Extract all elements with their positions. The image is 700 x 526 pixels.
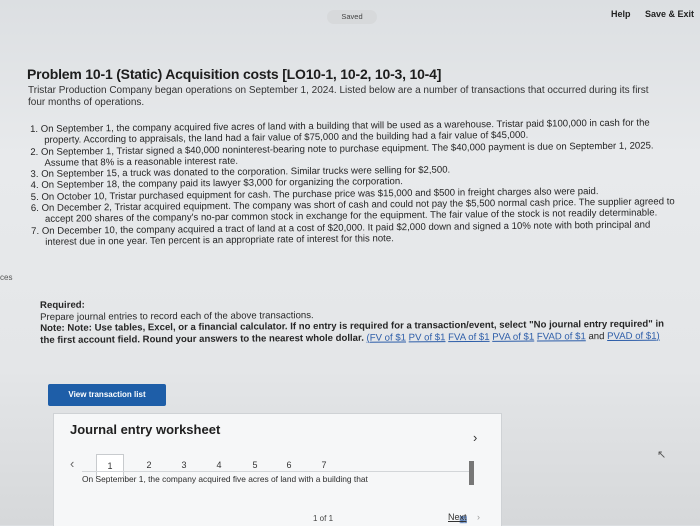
- next-button[interactable]: Next: [448, 512, 467, 522]
- and-text: and: [588, 330, 605, 342]
- chevron-right-icon: ›: [477, 512, 480, 522]
- intro-text: Tristar Production Company began operati…: [28, 85, 649, 108]
- pvad-table-link[interactable]: PVAD of $1): [607, 330, 660, 341]
- pv-table-link[interactable]: PV of $1: [409, 332, 446, 343]
- journal-entry-worksheet: Journal entry worksheet › ‹ 1 2 3 4 5 6 …: [53, 413, 502, 526]
- help-link[interactable]: Help: [611, 9, 631, 19]
- pva-table-link[interactable]: PVA of $1: [492, 331, 534, 342]
- save-exit-button[interactable]: Save & Exit: [645, 9, 694, 19]
- scrollbar[interactable]: [469, 461, 474, 485]
- view-transaction-list-button[interactable]: View transaction list: [48, 384, 166, 406]
- fvad-table-link[interactable]: FVAD of $1: [537, 331, 586, 342]
- transaction-description: On September 1, the company acquired fiv…: [82, 471, 474, 506]
- page-title: Problem 10-1 (Static) Acquisition costs …: [27, 66, 442, 82]
- fv-table-link[interactable]: (FV of $1: [366, 332, 406, 343]
- required-note: Note: Note: Use tables, Excel, or a fina…: [40, 319, 675, 346]
- required-section: Required: Prepare journal entries to rec…: [40, 296, 675, 346]
- saved-status-badge: Saved: [327, 10, 377, 24]
- side-tab-label[interactable]: ces: [0, 273, 12, 282]
- chevron-right-icon[interactable]: ›: [473, 430, 477, 445]
- page-counter: 1 of 1: [313, 514, 334, 523]
- top-bar: Saved Help Save & Exit: [0, 0, 700, 34]
- transaction-list: 1. On September 1, the company acquired …: [30, 117, 676, 248]
- mouse-cursor-icon: ↖: [657, 449, 667, 461]
- worksheet-title: Journal entry worksheet: [70, 422, 221, 437]
- fva-table-link[interactable]: FVA of $1: [448, 331, 489, 342]
- chevron-left-icon[interactable]: ‹: [70, 456, 74, 471]
